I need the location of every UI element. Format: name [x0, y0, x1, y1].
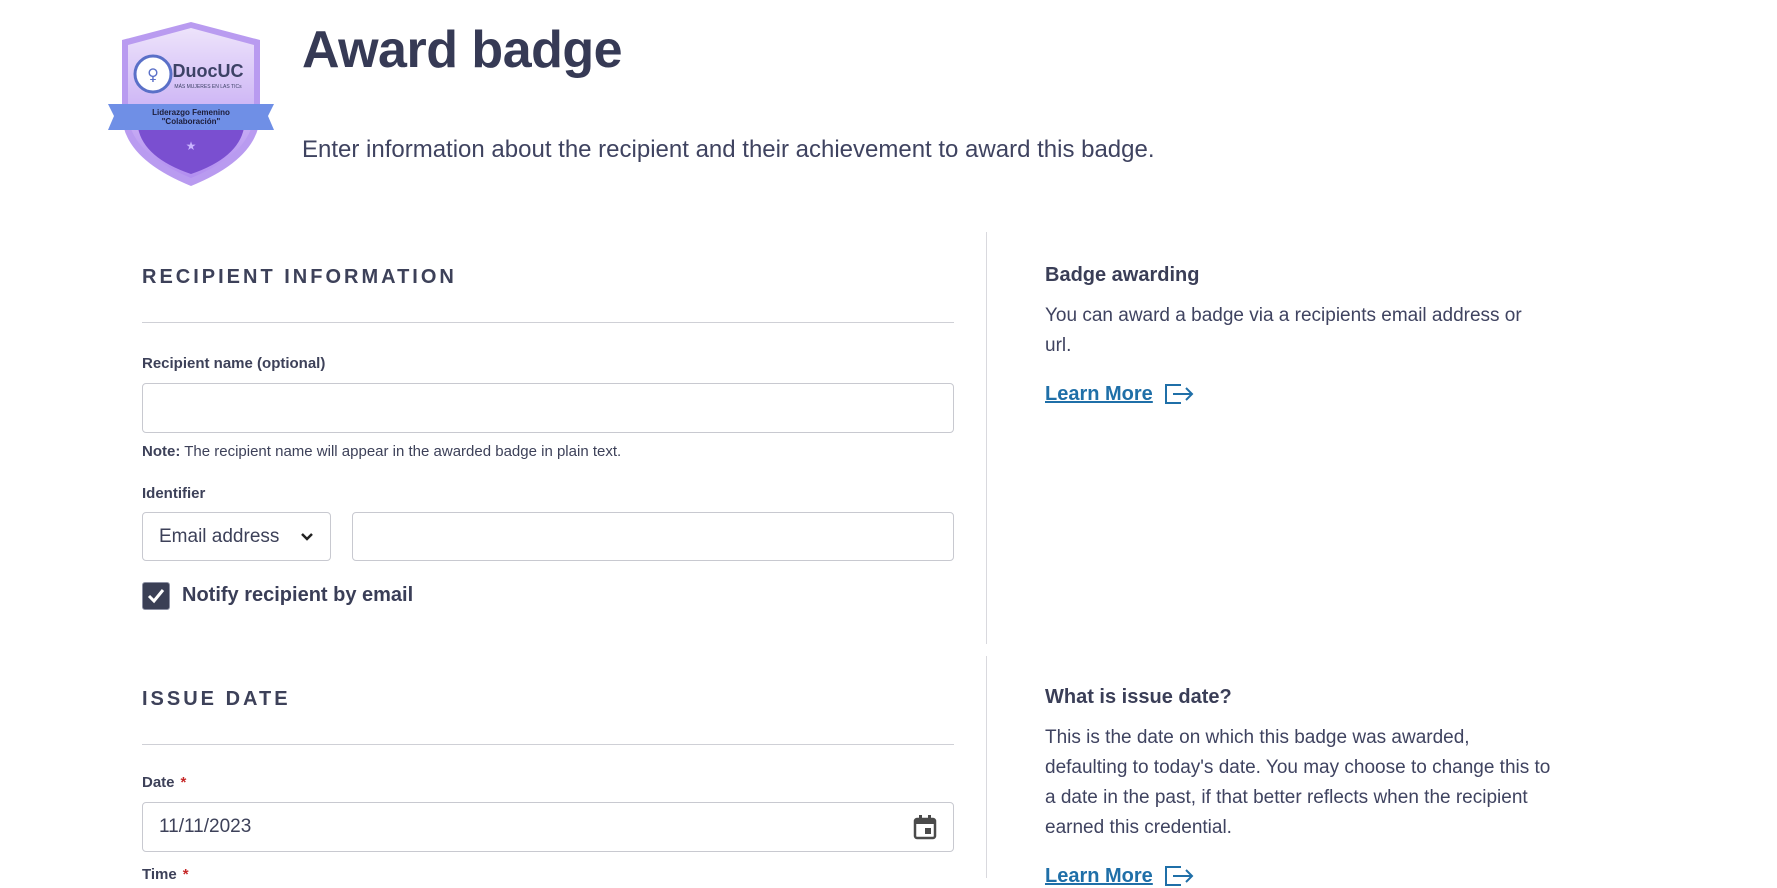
required-marker: * [182, 866, 189, 883]
identifier-type-value: Email address [159, 525, 280, 547]
issue-date-help-title: What is issue date? [1045, 686, 1232, 708]
badge-tagline: MÁS MUJERES EN LAS TICs [174, 83, 242, 90]
page-title: Award badge [302, 21, 623, 79]
identifier-type-select[interactable]: Email address [142, 512, 331, 561]
external-link-icon [1164, 384, 1194, 404]
recipient-name-label: Recipient name (optional) [142, 355, 326, 372]
svg-text:♀: ♀ [147, 65, 159, 84]
page-subtitle: Enter information about the recipient an… [302, 136, 1155, 163]
badge-brand: DuocUC [173, 61, 244, 81]
identifier-input[interactable] [352, 512, 954, 561]
identifier-label: Identifier [142, 485, 206, 502]
learn-more-label: Learn More [1045, 382, 1153, 405]
checkmark-icon [147, 589, 165, 604]
calendar-icon[interactable] [913, 814, 937, 840]
badge-ribbon-line1: Liderazgo Femenino [152, 108, 230, 117]
issue-date-section-title: ISSUE DATE [142, 688, 291, 710]
column-divider-2 [986, 656, 987, 878]
badge-image: ♀ DuocUC MÁS MUJERES EN LAS TICs Lideraz… [108, 22, 274, 186]
date-label: Date * [142, 774, 186, 791]
required-marker: * [180, 774, 187, 791]
svg-text:★: ★ [186, 139, 197, 153]
column-divider-1 [986, 232, 987, 644]
time-label: Time * [142, 866, 189, 883]
learn-more-label: Learn More [1045, 864, 1153, 887]
recipient-section-title: RECIPIENT INFORMATION [142, 266, 457, 288]
note-text: The recipient name will appear in the aw… [184, 443, 622, 460]
date-value: 11/11/2023 [159, 816, 252, 837]
notify-label[interactable]: Notify recipient by email [182, 584, 413, 607]
badge-awarding-title: Badge awarding [1045, 264, 1200, 286]
issue-date-help-text: This is the date on which this badge was… [1045, 727, 1551, 838]
notify-checkbox[interactable] [142, 582, 170, 610]
badge-ribbon-line2: "Colaboración" [162, 117, 221, 126]
chevron-down-icon [301, 532, 313, 541]
learn-more-link-2[interactable]: Learn More [1045, 864, 1195, 888]
external-link-icon [1164, 866, 1194, 886]
time-label-text: Time [142, 866, 177, 883]
issue-date-section-divider [142, 744, 954, 745]
recipient-section-divider [142, 322, 954, 323]
date-label-text: Date [142, 774, 175, 791]
recipient-name-input[interactable] [142, 383, 954, 433]
note-label: Note: [142, 443, 181, 460]
recipient-name-note: Note: The recipient name will appear in … [142, 443, 621, 460]
learn-more-link[interactable]: Learn More [1045, 382, 1195, 406]
date-input[interactable]: 11/11/2023 [142, 802, 954, 852]
badge-awarding-text: You can award a badge via a recipients e… [1045, 305, 1522, 356]
